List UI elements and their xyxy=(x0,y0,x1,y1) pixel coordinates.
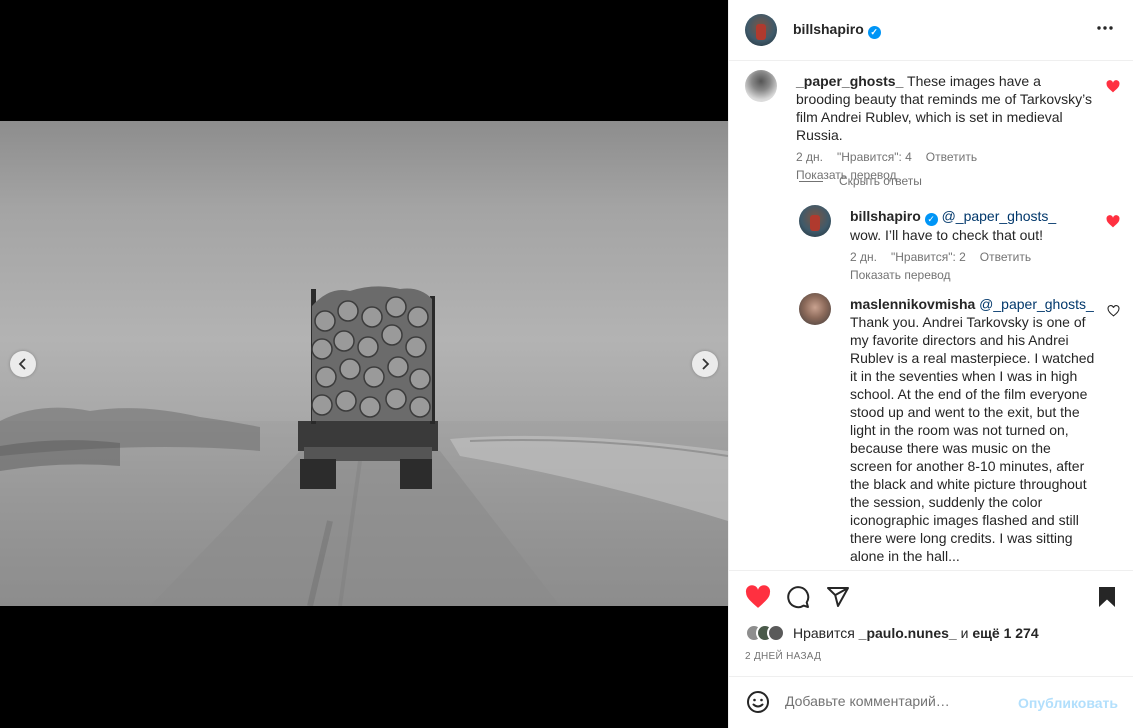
divider-line xyxy=(799,180,823,182)
comment-mention[interactable]: @_paper_ghosts_ xyxy=(979,296,1094,312)
heart-filled-icon xyxy=(745,585,771,608)
previous-slide-button[interactable] xyxy=(10,351,36,377)
comment-likes[interactable]: "Нравится": 2 xyxy=(891,250,966,264)
post-media xyxy=(0,0,728,728)
reply-button[interactable]: Ответить xyxy=(980,250,1031,264)
comment-time: 2 дн. xyxy=(850,250,877,264)
commenter-username[interactable]: _paper_ghosts_ xyxy=(796,73,903,89)
verified-badge-icon: ✓ xyxy=(924,213,938,226)
reply-button[interactable]: Ответить xyxy=(926,150,977,164)
post-header: billshapiro ✓ xyxy=(729,0,1133,61)
share-button[interactable] xyxy=(826,585,850,614)
likes-text: Нравится _paulo.nunes_ и ещё 1 274 xyxy=(793,625,1039,641)
post-photo[interactable] xyxy=(0,121,728,606)
commenter-username[interactable]: maslennikovmisha xyxy=(850,296,975,312)
photo-scene xyxy=(0,286,728,606)
comment-mention[interactable]: @_paper_ghosts_ xyxy=(942,208,1057,224)
chevron-right-icon xyxy=(702,358,710,370)
comment-likes[interactable]: "Нравится": 4 xyxy=(837,150,912,164)
commenter-avatar[interactable] xyxy=(799,205,831,237)
comment-meta: 2 дн. "Нравится": 4 Ответить xyxy=(796,150,1096,164)
commenter-avatar[interactable] xyxy=(799,293,831,325)
author-avatar[interactable] xyxy=(745,14,777,46)
comments-list: _paper_ghosts_ These images have a brood… xyxy=(729,61,1133,570)
post-date[interactable]: 2 ДНЕЙ НАЗАД xyxy=(745,651,821,662)
commenter-avatar[interactable] xyxy=(745,70,777,102)
comment-body: billshapiro ✓ @_paper_ghosts_ wow. I’ll … xyxy=(850,207,1090,244)
commenter-username[interactable]: billshapiro xyxy=(850,208,921,224)
post-sidebar: billshapiro ✓ _paper_ghosts_ These image… xyxy=(728,0,1133,728)
like-button[interactable] xyxy=(745,585,771,614)
likes-count[interactable]: ещё 1 274 xyxy=(972,625,1038,641)
add-comment-bar: Опубликовать xyxy=(729,676,1133,728)
bookmark-filled-icon xyxy=(1099,587,1115,607)
likes-and: и xyxy=(960,625,969,641)
hide-replies-button[interactable]: Скрыть ответы xyxy=(799,174,922,188)
hide-replies-label: Скрыть ответы xyxy=(839,174,922,188)
verified-badge-icon: ✓ xyxy=(867,26,881,39)
comment-like-button[interactable] xyxy=(1106,80,1120,98)
likes-prefix: Нравится xyxy=(793,625,855,641)
likes-summary: Нравится _paulo.nunes_ и ещё 1 274 xyxy=(745,624,1039,642)
save-button[interactable] xyxy=(1097,585,1117,614)
comment-input[interactable] xyxy=(785,693,1005,709)
heart-filled-icon xyxy=(1106,80,1120,93)
publish-button[interactable]: Опубликовать xyxy=(1018,695,1118,711)
post-actions xyxy=(729,570,1133,626)
author-username[interactable]: billshapiro xyxy=(793,21,864,37)
heart-outline-icon xyxy=(1107,305,1120,317)
comment-button[interactable] xyxy=(786,585,810,614)
liker-avatar xyxy=(767,624,785,642)
more-options-button[interactable] xyxy=(1096,19,1114,42)
comment-meta: 2 дн. "Нравится": 2 Ответить xyxy=(850,250,1090,264)
show-translation-link[interactable]: Показать перевод xyxy=(850,268,1090,282)
comment-text: Thank you. Andrei Tarkovsky is one of my… xyxy=(850,314,1095,564)
comment-like-button[interactable] xyxy=(1106,215,1120,233)
comment-time: 2 дн. xyxy=(796,150,823,164)
next-slide-button[interactable] xyxy=(692,351,718,377)
chevron-left-icon xyxy=(18,358,26,370)
comment-body: maslennikovmisha @_paper_ghosts_ Thank y… xyxy=(850,295,1096,565)
comment-body: _paper_ghosts_ These images have a brood… xyxy=(796,72,1096,144)
comment-text: wow. I’ll have to check that out! xyxy=(850,227,1043,243)
comment-like-button[interactable] xyxy=(1107,304,1120,322)
paper-plane-icon xyxy=(827,587,849,607)
comment-bubble-icon xyxy=(787,586,810,609)
author-username-row: billshapiro ✓ xyxy=(793,21,881,39)
heart-filled-icon xyxy=(1106,215,1120,228)
liker-username[interactable]: _paulo.nunes_ xyxy=(859,625,957,641)
emoji-button[interactable] xyxy=(746,690,770,719)
emoji-smile-icon xyxy=(747,691,769,713)
more-horizontal-icon xyxy=(1097,26,1113,30)
